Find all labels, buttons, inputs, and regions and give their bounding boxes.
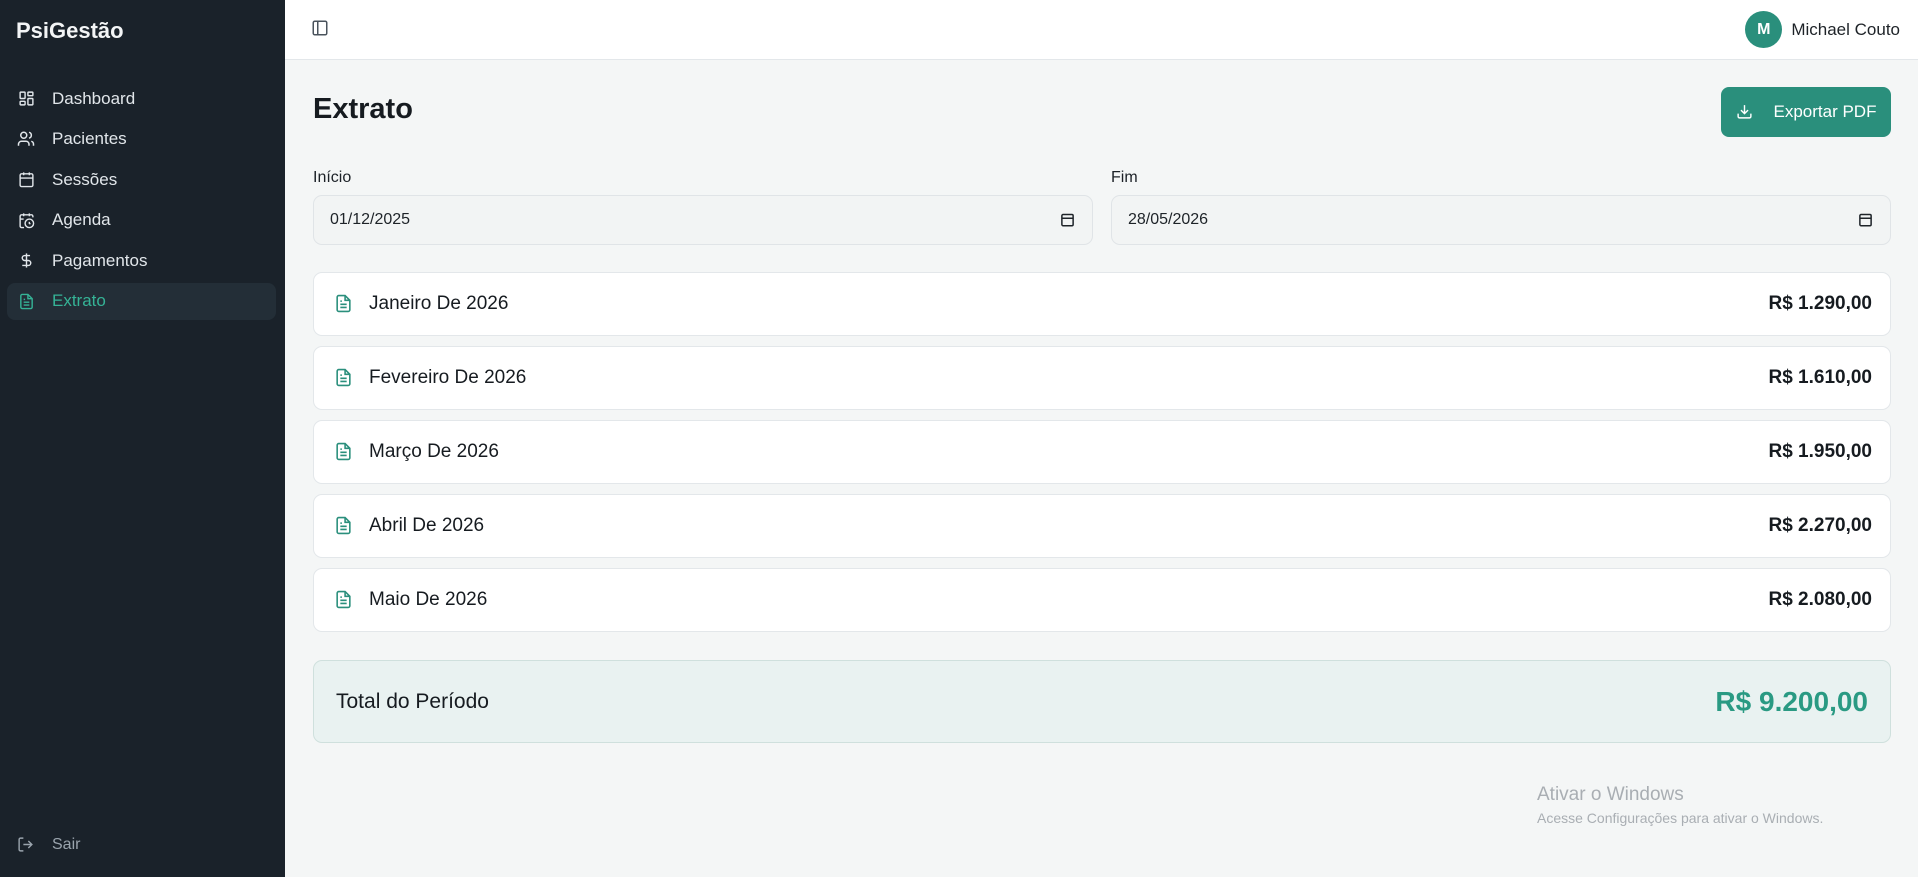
start-date-label: Início [313,169,352,186]
end-date-value: 28/05/2026 [1128,211,1209,228]
total-label: Total do Período [336,689,489,713]
calendar-picker-icon[interactable] [1060,212,1076,228]
sidebar-item-sessoes[interactable]: Sessões [7,161,276,198]
sidebar-item-agenda[interactable]: Agenda [7,202,276,239]
dashboard-grid-icon [17,90,35,108]
sidebar-item-label: Agenda [52,210,111,229]
document-icon [334,515,354,537]
document-icon [17,292,35,310]
logout-label: Sair [52,836,81,853]
month-amount: R$ 1.950,00 [1768,441,1872,462]
list-item[interactable]: Janeiro De 2026 R$ 1.290,00 [313,272,1891,336]
user-menu[interactable]: M Michael Couto [1745,11,1900,48]
month-amount: R$ 2.080,00 [1768,589,1872,610]
statement-list: Janeiro De 2026 R$ 1.290,00 Fevereiro De… [313,272,1891,642]
list-item[interactable]: Abril De 2026 R$ 2.270,00 [313,494,1891,558]
list-item-left: Maio De 2026 [334,589,487,611]
list-item-left: Abril De 2026 [334,515,484,537]
month-amount: R$ 1.290,00 [1768,293,1872,314]
total-amount: R$ 9.200,00 [1715,685,1868,717]
export-pdf-button[interactable]: Exportar PDF [1721,87,1891,137]
sidebar-toggle-icon[interactable] [311,19,331,39]
sidebar-item-label: Dashboard [52,88,136,108]
logout-button[interactable]: Sair [17,836,80,854]
end-date-input[interactable]: 28/05/2026 [1111,195,1891,245]
export-pdf-label: Exportar PDF [1773,102,1877,121]
sidebar-item-label: Pacientes [52,129,127,148]
list-item-left: Março De 2026 [334,441,499,463]
download-icon [1736,103,1754,121]
period-total-card: Total do Período R$ 9.200,00 [313,660,1891,743]
watermark-title: Ativar o Windows [1537,784,1684,805]
document-icon [334,293,354,315]
sidebar-item-label: Sessões [52,169,118,189]
windows-activation-watermark: Ativar o Windows Acesse Configurações pa… [1537,784,1823,826]
user-name: Michael Couto [1791,19,1900,39]
watermark-subtitle: Acesse Configurações para ativar o Windo… [1537,810,1824,826]
sidebar-item-extrato[interactable]: Extrato [7,282,276,320]
month-label: Fevereiro De 2026 [369,367,527,388]
document-icon [334,441,354,463]
logout-icon [17,836,35,854]
brand-logo: PsiGestão [16,18,124,43]
sidebar-item-label: Pagamentos [52,250,148,270]
month-label: Janeiro De 2026 [369,293,509,314]
users-icon [17,130,35,148]
page-title: Extrato [313,93,413,125]
start-date-value: 01/12/2025 [330,211,411,228]
month-label: Março De 2026 [369,441,499,462]
list-item[interactable]: Março De 2026 R$ 1.950,00 [313,420,1891,484]
month-amount: R$ 1.610,00 [1768,367,1872,388]
sidebar-item-label: Extrato [52,291,106,310]
avatar: M [1745,11,1783,48]
top-bar: M Michael Couto [285,0,1918,60]
list-item[interactable]: Maio De 2026 R$ 2.080,00 [313,568,1891,632]
month-label: Maio De 2026 [369,589,488,610]
document-icon [334,589,354,611]
list-item[interactable]: Fevereiro De 2026 R$ 1.610,00 [313,346,1891,410]
dollar-icon [17,252,35,270]
month-amount: R$ 2.270,00 [1768,515,1872,536]
calendar-clock-icon [17,211,35,229]
calendar-picker-icon[interactable] [1858,212,1874,228]
sidebar-item-dashboard[interactable]: Dashboard [7,80,276,117]
sidebar-item-pagamentos[interactable]: Pagamentos [7,242,276,279]
sidebar: PsiGestão Dashboard Pacientes Sessões Ag… [0,0,285,877]
list-item-left: Janeiro De 2026 [334,293,508,315]
sidebar-nav: Dashboard Pacientes Sessões Agenda Pagam… [7,80,276,323]
start-date-input[interactable]: 01/12/2025 [313,195,1093,245]
end-date-label: Fim [1111,169,1138,186]
month-label: Abril De 2026 [369,515,485,536]
list-item-left: Fevereiro De 2026 [334,367,526,389]
document-icon [334,367,354,389]
calendar-icon [17,171,35,189]
sidebar-item-pacientes[interactable]: Pacientes [7,121,276,158]
